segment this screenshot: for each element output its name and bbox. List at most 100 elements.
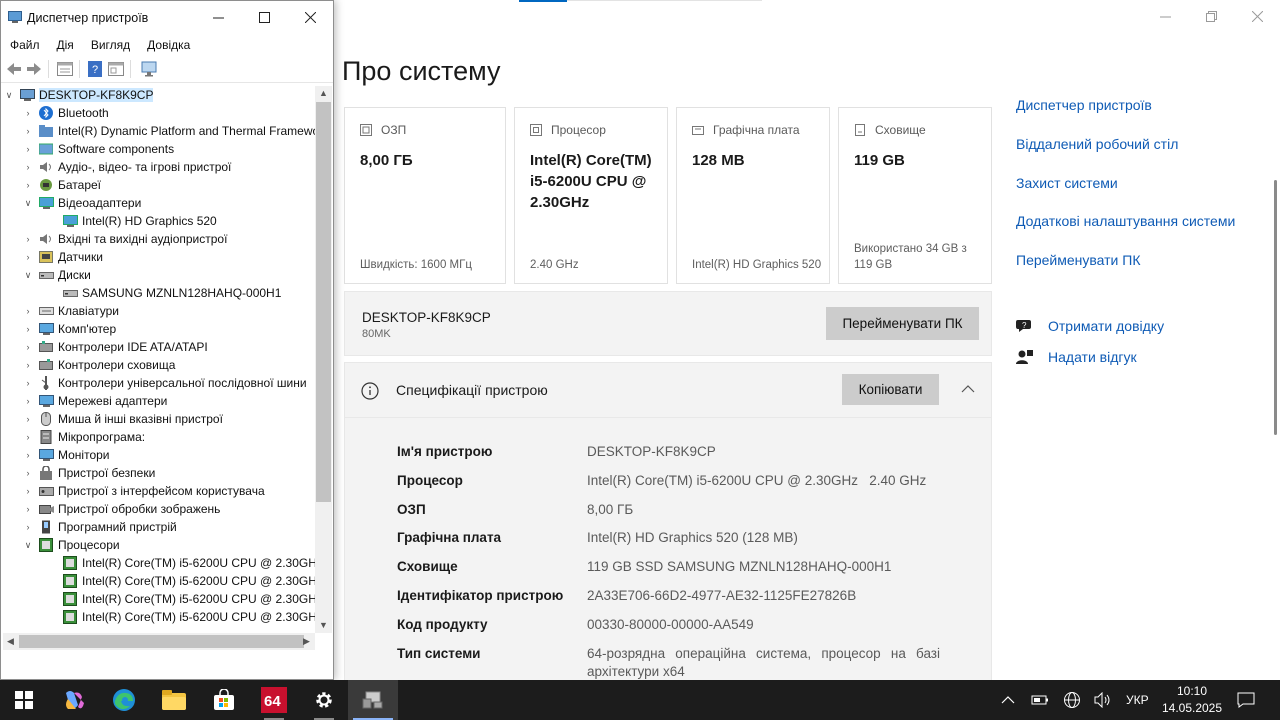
notifications-button[interactable] <box>1237 680 1255 720</box>
clock[interactable]: 10:10 14.05.2025 <box>1160 683 1224 717</box>
chevron-right-icon[interactable]: › <box>22 162 34 172</box>
chevron-right-icon[interactable]: › <box>22 468 34 478</box>
link-rename-pc[interactable]: Перейменувати ПК <box>1016 252 1140 268</box>
aida64-button[interactable]: 64 <box>250 680 298 720</box>
chevron-right-icon[interactable]: › <box>22 522 34 532</box>
tree-node[interactable]: › Комп'ютер <box>22 320 117 338</box>
language-indicator[interactable]: УКР <box>1126 680 1149 720</box>
menu-file[interactable]: Файл <box>1 34 48 56</box>
scroll-up-icon[interactable]: ▲ <box>319 88 328 98</box>
tree-node[interactable]: Intel(R) Core(TM) i5-6200U CPU @ 2.30GHz <box>46 554 315 572</box>
device-manager-titlebar[interactable]: Диспетчер пристроїв <box>1 1 333 34</box>
link-remote-desktop[interactable]: Віддалений робочий стіл <box>1016 136 1178 152</box>
tree-node[interactable]: › Пристрої з інтерфейсом користувача <box>22 482 265 500</box>
tree-node[interactable]: SAMSUNG MZNLN128HAHQ-000H1 <box>46 284 281 302</box>
scrollbar-thumb[interactable] <box>19 635 304 648</box>
link-advanced-system-settings[interactable]: Додаткові налаштування системи <box>1016 213 1235 229</box>
chevron-down-icon[interactable]: ∨ <box>22 198 34 209</box>
tree-node[interactable]: ∨ Відеоадаптери <box>22 194 142 212</box>
device-manager-taskbar-button[interactable] <box>348 680 398 720</box>
dm-minimize-button[interactable] <box>195 1 241 34</box>
chevron-right-icon[interactable]: › <box>22 234 34 244</box>
give-feedback-link[interactable]: Надати відгук <box>1016 349 1137 365</box>
link-system-protection[interactable]: Захист системи <box>1016 175 1118 191</box>
forward-arrow-icon[interactable] <box>26 62 42 76</box>
tree-node[interactable]: ∨ DESKTOP-KF8K9CP <box>3 86 154 104</box>
chevron-right-icon[interactable]: › <box>22 324 34 334</box>
menu-view[interactable]: Вигляд <box>82 34 138 56</box>
help-book-icon[interactable]: ? <box>88 61 102 77</box>
scrollbar-thumb[interactable] <box>316 102 331 502</box>
settings-scrollbar[interactable] <box>1274 180 1277 435</box>
show-hidden-icons-button[interactable] <box>1000 680 1016 720</box>
scroll-left-icon[interactable]: ◀ <box>7 636 14 647</box>
tree-node[interactable]: ∨ Процесори <box>22 536 120 554</box>
chevron-right-icon[interactable]: › <box>22 396 34 406</box>
get-help-link[interactable]: ? Отримати довідку <box>1016 318 1164 334</box>
file-explorer-button[interactable] <box>150 680 198 720</box>
tree-node[interactable]: › Датчики <box>22 248 103 266</box>
battery-tray[interactable] <box>1031 680 1049 720</box>
vertical-scrollbar[interactable]: ▲ ▼ <box>315 86 332 633</box>
tree-node[interactable]: › Клавіатури <box>22 302 120 320</box>
tree-node[interactable]: Intel(R) Core(TM) i5-6200U CPU @ 2.30GHz <box>46 608 315 626</box>
copy-button[interactable]: Копіювати <box>842 374 939 405</box>
tree-node[interactable]: › Bluetooth <box>22 104 109 122</box>
tree-node[interactable]: › Програмний пристрій <box>22 518 177 536</box>
edge-button[interactable] <box>100 680 148 720</box>
chevron-right-icon[interactable]: › <box>22 306 34 316</box>
device-specs-header[interactable]: Специфікації пристрою Копіювати <box>344 362 992 418</box>
monitor-scan-icon[interactable] <box>141 61 159 77</box>
tree-node[interactable]: › Intel(R) Dynamic Platform and Thermal F… <box>22 122 316 140</box>
tree-node[interactable]: ∨ Диски <box>22 266 91 284</box>
tree-node[interactable]: Intel(R) Core(TM) i5-6200U CPU @ 2.30GHz <box>46 590 315 608</box>
tree-node[interactable]: › Software components <box>22 140 175 158</box>
chevron-right-icon[interactable]: › <box>22 180 34 190</box>
tree-node[interactable]: Intel(R) Core(TM) i5-6200U CPU @ 2.30GHz <box>46 572 315 590</box>
tree-node[interactable]: › Миша й інші вказівні пристрої <box>22 410 223 428</box>
tree-node[interactable]: › Аудіо-, відео- та ігрові пристрої <box>22 158 232 176</box>
tree-node[interactable]: › Пристрої обробки зображень <box>22 500 221 518</box>
link-device-manager[interactable]: Диспетчер пристроїв <box>1016 97 1152 113</box>
chevron-right-icon[interactable]: › <box>22 504 34 514</box>
chevron-right-icon[interactable]: › <box>22 378 34 388</box>
chevron-right-icon[interactable]: › <box>22 252 34 262</box>
copilot-button[interactable] <box>50 680 98 720</box>
properties-list-icon[interactable] <box>57 62 73 76</box>
horizontal-scrollbar[interactable]: ◀ ▶ <box>3 633 315 650</box>
chevron-right-icon[interactable]: › <box>22 432 34 442</box>
close-button[interactable] <box>1234 0 1280 32</box>
chevron-down-icon[interactable]: ∨ <box>3 90 15 101</box>
volume-tray[interactable] <box>1094 680 1112 720</box>
tree-node[interactable]: › Контролери IDE ATA/ATAPI <box>22 338 208 356</box>
tree-node[interactable]: › Батареї <box>22 176 102 194</box>
tree-node[interactable]: › Контролери сховища <box>22 356 176 374</box>
scroll-right-icon[interactable]: ▶ <box>303 636 310 647</box>
restore-button[interactable] <box>1188 0 1234 32</box>
tree-node[interactable]: › Мережеві адаптери <box>22 392 168 410</box>
chevron-right-icon[interactable]: › <box>22 450 34 460</box>
rename-pc-button[interactable]: Перейменувати ПК <box>826 307 979 340</box>
chevron-right-icon[interactable]: › <box>22 342 34 352</box>
settings-button[interactable] <box>300 680 348 720</box>
chevron-up-icon[interactable] <box>961 384 975 394</box>
minimize-button[interactable] <box>1142 0 1188 32</box>
tree-node[interactable]: › Вхідні та вихідні аудіопристрої <box>22 230 228 248</box>
scan-list-icon[interactable] <box>108 62 124 76</box>
tree-node[interactable]: › Мікропрограма: <box>22 428 145 446</box>
tree-node[interactable]: › Пристрої безпеки <box>22 464 155 482</box>
chevron-right-icon[interactable]: › <box>22 108 34 118</box>
menu-action[interactable]: Дія <box>48 34 82 56</box>
start-button[interactable] <box>0 680 48 720</box>
chevron-right-icon[interactable]: › <box>22 486 34 496</box>
chevron-right-icon[interactable]: › <box>22 144 34 154</box>
chevron-down-icon[interactable]: ∨ <box>22 540 34 551</box>
tree-node[interactable]: › Монітори <box>22 446 110 464</box>
scroll-down-icon[interactable]: ▼ <box>319 620 328 630</box>
dm-close-button[interactable] <box>287 1 333 34</box>
menu-help[interactable]: Довідка <box>138 34 198 56</box>
dm-maximize-button[interactable] <box>241 1 287 34</box>
chevron-right-icon[interactable]: › <box>22 360 34 370</box>
network-tray[interactable] <box>1063 680 1081 720</box>
chevron-right-icon[interactable]: › <box>22 126 34 136</box>
